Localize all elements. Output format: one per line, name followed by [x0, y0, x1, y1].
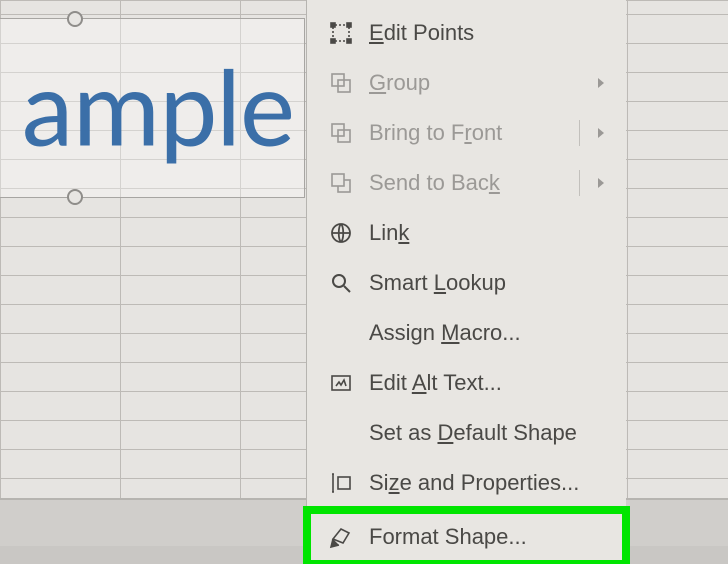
context-menu: Edit Points Group Bring to Front [306, 0, 626, 564]
textbox-shape[interactable]: ample [0, 18, 305, 198]
menu-item-assign-macro[interactable]: Assign Macro... [307, 308, 626, 358]
menu-item-format-shape[interactable]: Format Shape... [307, 510, 626, 564]
menu-item-bring-to-front: Bring to Front [307, 108, 626, 158]
menu-item-smart-lookup[interactable]: Smart Lookup [307, 258, 626, 308]
menu-item-set-default-shape[interactable]: Set as Default Shape [307, 408, 626, 458]
menu-item-send-to-back: Send to Back [307, 158, 626, 208]
menu-label: Bring to Front [369, 120, 502, 146]
edit-points-icon [327, 19, 355, 47]
menu-label: Edit Points [369, 20, 474, 46]
alt-text-icon [327, 369, 355, 397]
menu-label: Assign Macro... [369, 320, 521, 346]
menu-label: Format Shape... [369, 524, 527, 550]
format-shape-icon [327, 523, 355, 551]
group-icon [327, 69, 355, 97]
menu-item-edit-alt-text[interactable]: Edit Alt Text... [307, 358, 626, 408]
split-separator [579, 170, 580, 196]
textbox-text: ample [0, 41, 304, 176]
resize-handle-top[interactable] [67, 11, 83, 27]
link-icon [327, 219, 355, 247]
submenu-arrow-icon [596, 120, 606, 146]
resize-handle-bottom[interactable] [67, 189, 83, 205]
menu-label: Size and Properties... [369, 470, 579, 496]
split-separator [579, 120, 580, 146]
menu-label: Set as Default Shape [369, 420, 577, 446]
menu-label: Send to Back [369, 170, 500, 196]
menu-label: Edit Alt Text... [369, 370, 502, 396]
menu-item-size-properties[interactable]: Size and Properties... [307, 458, 626, 508]
size-properties-icon [327, 469, 355, 497]
menu-label: Smart Lookup [369, 270, 506, 296]
menu-item-edit-points[interactable]: Edit Points [307, 8, 626, 58]
menu-item-link[interactable]: Link [307, 208, 626, 258]
bring-to-front-icon [327, 119, 355, 147]
blank-icon [327, 419, 355, 447]
submenu-arrow-icon [596, 170, 606, 196]
menu-label: Link [369, 220, 409, 246]
smart-lookup-icon [327, 269, 355, 297]
send-to-back-icon [327, 169, 355, 197]
menu-item-group: Group [307, 58, 626, 108]
submenu-arrow-icon [596, 70, 606, 96]
menu-label: Group [369, 70, 430, 96]
blank-icon [327, 319, 355, 347]
